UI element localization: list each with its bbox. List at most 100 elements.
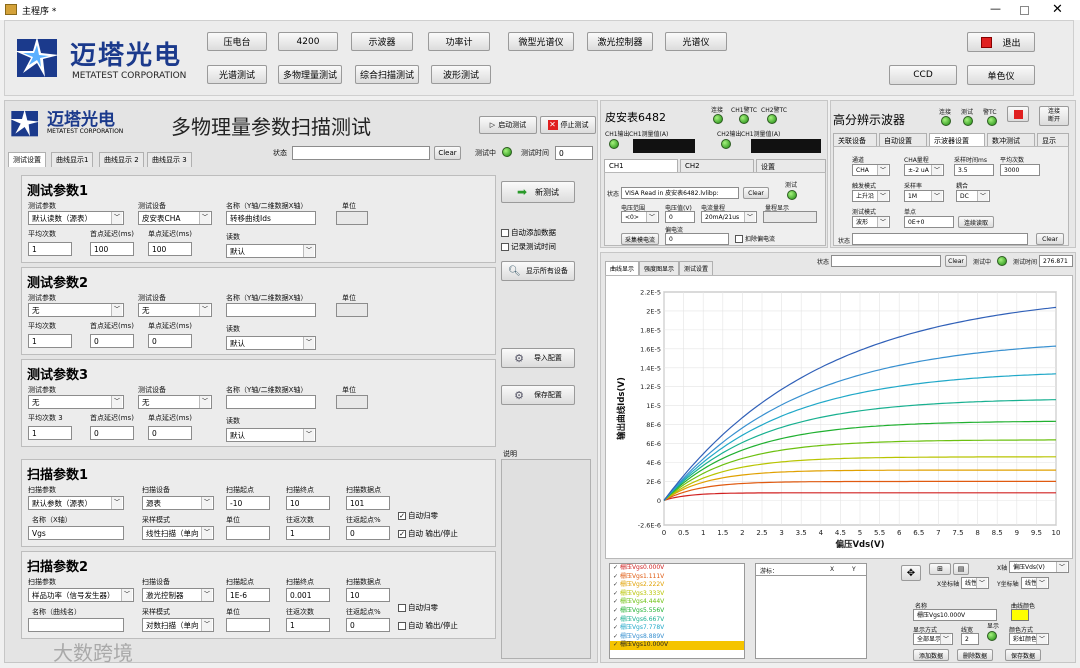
status-clear-button[interactable]: Clear [434, 146, 461, 160]
cursor-table[interactable]: 游标： X Y [755, 563, 867, 659]
t2-delay-input[interactable]: 0 [148, 334, 192, 348]
legend-item[interactable]: ✓ 栅压Vgs10.000V [610, 641, 744, 650]
legend-item[interactable]: ✓ 栅压Vgs0.000V [610, 564, 744, 573]
plot-tab-settings[interactable]: 测试设置 [679, 261, 714, 275]
legend-item[interactable]: ✓ 栅压Vgs7.778V [610, 624, 744, 633]
tab-curve3[interactable]: 曲线显示 3 [147, 152, 192, 167]
t1-avg-input[interactable]: 1 [28, 242, 72, 256]
s1-auto-out-checkbox[interactable]: ✓ 自动 输出/停止 [398, 528, 458, 539]
s1-ret-input[interactable]: 1 [286, 526, 330, 540]
ccd-button[interactable]: CCD [889, 65, 957, 85]
t2-param-select[interactable]: 无 [28, 303, 124, 317]
t3-avg-input[interactable]: 1 [28, 426, 72, 440]
exit-button[interactable]: 退出 [967, 32, 1035, 52]
x-scale-select[interactable]: 线性 [961, 577, 989, 589]
color-mode-select[interactable]: 彩虹颜色 [1009, 633, 1049, 645]
scope-range-select[interactable]: ±-2 uA [904, 164, 944, 176]
s1-name-input[interactable]: Vgs [28, 526, 124, 540]
pan-button[interactable]: ✥ [901, 565, 921, 581]
scope-ch-select[interactable]: CHA [852, 164, 890, 176]
t3-name-input[interactable] [226, 395, 316, 409]
legend-item[interactable]: ✓ 栅压Vgs4.444V [610, 598, 744, 607]
s2-param-select[interactable]: 样品功率（信号发生器） [28, 588, 134, 602]
toolbar-btn-laser[interactable]: 激光控制器 [587, 32, 653, 51]
toolbar-btn-power[interactable]: 功率计 [428, 32, 490, 51]
pico-bias-input[interactable]: 0 [665, 233, 729, 245]
s2-ret-input[interactable]: 1 [286, 618, 330, 632]
pico-tab-ch2[interactable]: CH2 [680, 159, 754, 172]
t3-unit-input[interactable] [336, 395, 368, 409]
t3-delay-input[interactable]: 0 [148, 426, 192, 440]
t1-first-input[interactable]: 100 [90, 242, 134, 256]
scope-stime-input[interactable]: 3.5 [954, 164, 994, 176]
pico-volt-input[interactable]: 0 [665, 211, 695, 223]
legend-item[interactable]: ✓ 栅压Vgs6.667V [610, 616, 744, 625]
output-curve-chart[interactable]: 0 0.5 1 1.5 2 2.5 3 3.5 4 4.5 5 5.5 6 6.5 7 7.5 8 8.5 9 9.5… [606, 276, 1072, 558]
pico-vrange-select[interactable]: <0> [621, 211, 659, 223]
zoom-button[interactable]: ⊞ [929, 563, 951, 575]
scope-connect-button[interactable]: 连接 断开 [1039, 106, 1069, 126]
toolbar-btn-multi-test[interactable]: 多物理量测试 [278, 65, 342, 84]
toolbar-btn-piezo[interactable]: 压电台 [207, 32, 267, 51]
plot-clear-button[interactable]: Clear [945, 255, 967, 267]
pico-meas-cur-button[interactable]: 采集模电流 [621, 233, 659, 245]
plot-tab-intensity[interactable]: 强度图显示 [639, 261, 680, 275]
legend-item[interactable]: ✓ 栅压Vgs2.222V [610, 581, 744, 590]
s1-end-input[interactable]: 10 [286, 496, 330, 510]
s2-name-input[interactable] [28, 618, 124, 632]
t2-name-input[interactable] [226, 303, 316, 317]
tab-curve2[interactable]: 曲线显示 2 [99, 152, 144, 167]
t3-read-select[interactable]: 默认 [226, 428, 316, 442]
legend-item[interactable]: ✓ 栅压Vgs5.556V [610, 607, 744, 616]
s1-auto-reset-checkbox[interactable]: ✓ 自动归零 [398, 510, 438, 521]
t1-delay-input[interactable]: 100 [148, 242, 192, 256]
t1-dev-select[interactable]: 皮安表CHA [138, 211, 212, 225]
maximize-icon[interactable] [1020, 6, 1029, 15]
t2-avg-input[interactable]: 1 [28, 334, 72, 348]
scope-pt-input[interactable]: 0E+0 [904, 216, 954, 228]
scope-rate-select[interactable]: 1M [904, 190, 944, 202]
close-icon[interactable]: ✕ [1052, 2, 1063, 17]
curve-name-input[interactable]: 栅压Vgs10.000V [913, 609, 997, 621]
s1-unit-input[interactable] [226, 526, 270, 540]
t2-unit-input[interactable] [336, 303, 368, 317]
s2-unit-input[interactable] [226, 618, 270, 632]
legend-item[interactable]: ✓ 栅压Vgs1.111V [610, 573, 744, 582]
minimize-icon[interactable]: — [990, 2, 1001, 15]
record-time-checkbox[interactable]: 记录测试时间 [501, 241, 556, 252]
y-scale-select[interactable]: 线性 [1021, 577, 1049, 589]
pico-tab-ch1[interactable]: CH1 [604, 159, 678, 172]
save-data-button[interactable]: 保存数据 [1005, 649, 1041, 661]
toolbar-btn-spectrum-test[interactable]: 光谱测试 [207, 65, 267, 84]
graph-tool-button[interactable]: ▤ [953, 563, 969, 575]
toolbar-btn-wave-test[interactable]: 波形测试 [431, 65, 491, 84]
mono-button[interactable]: 单色仪 [967, 65, 1035, 85]
t3-dev-select[interactable]: 无 [138, 395, 212, 409]
s2-start-input[interactable]: 1E-6 [226, 588, 270, 602]
s2-retpt-input[interactable]: 0 [346, 618, 390, 632]
s1-dev-select[interactable]: 源表 [142, 496, 214, 510]
s1-start-input[interactable]: -10 [226, 496, 270, 510]
tab-curve1[interactable]: 曲线显示1 [51, 152, 94, 167]
pico-ext-checkbox[interactable]: 扣除偏电流 [735, 234, 775, 243]
show-devices-button[interactable]: 🔍︎ 显示所有设备 [501, 261, 575, 281]
scope-avg-input[interactable]: 3000 [1000, 164, 1040, 176]
s2-auto-out-checkbox[interactable]: 自动 输出/停止 [398, 620, 458, 631]
toolbar-btn-scope[interactable]: 示波器 [351, 32, 413, 51]
scope-clear-button[interactable]: Clear [1036, 233, 1064, 245]
delete-data-button[interactable]: 删除数据 [957, 649, 993, 661]
t3-first-input[interactable]: 0 [90, 426, 134, 440]
s2-pts-input[interactable]: 10 [346, 588, 390, 602]
tab-test-settings[interactable]: 测试设置 [8, 152, 46, 167]
stop-test-button[interactable]: ✕ 停止测试 [540, 116, 596, 134]
scope-coup-select[interactable]: DC [956, 190, 990, 202]
scope-mode-select[interactable]: 波形 [852, 216, 890, 228]
t1-unit-input[interactable] [336, 211, 368, 225]
scope-cont-button[interactable]: 连续读取 [958, 216, 994, 228]
legend-box[interactable]: ✓ 栅压Vgs0.000V ✓ 栅压Vgs1.111V ✓ 栅压Vgs2.222V ✓… [609, 563, 745, 659]
new-test-button[interactable]: ➡ 新测试 [501, 181, 575, 203]
s1-param-select[interactable]: 默认参数（源表） [28, 496, 124, 510]
line-width-input[interactable]: 2 [961, 633, 979, 645]
t2-read-select[interactable]: 默认 [226, 336, 316, 350]
s2-end-input[interactable]: 0.001 [286, 588, 330, 602]
